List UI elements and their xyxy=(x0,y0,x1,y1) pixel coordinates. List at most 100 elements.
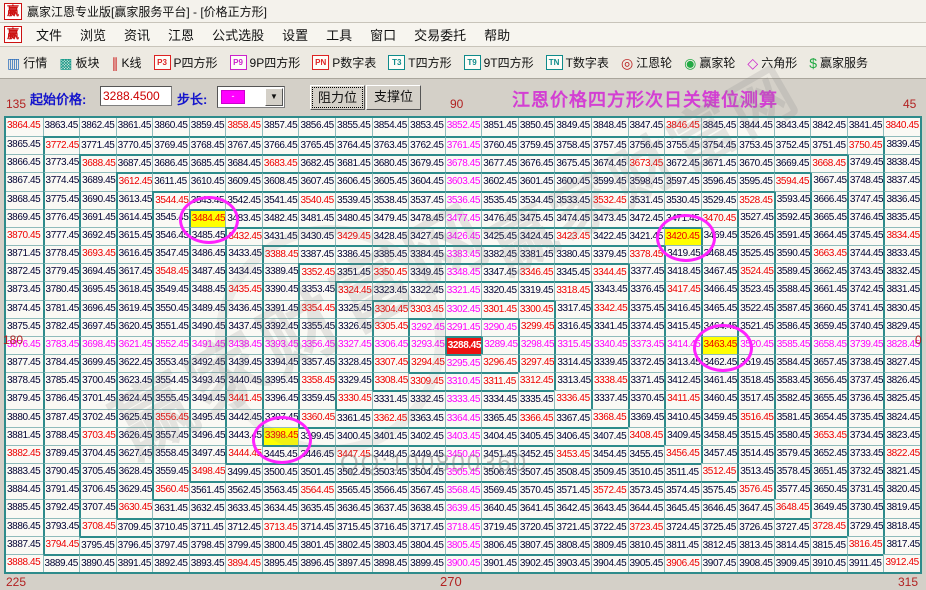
price-cell[interactable]: 3524.45 xyxy=(737,263,774,281)
price-cell[interactable]: 3405.45 xyxy=(518,427,555,445)
price-cell[interactable]: 3381.45 xyxy=(518,245,555,263)
price-cell[interactable]: 3760.45 xyxy=(481,136,518,154)
price-cell[interactable]: 3491.45 xyxy=(189,336,226,354)
price-cell[interactable]: 3525.45 xyxy=(737,245,774,263)
price-cell[interactable]: 3412.45 xyxy=(664,372,701,390)
price-cell[interactable]: 3310.45 xyxy=(445,372,482,390)
price-cell[interactable]: 3441.45 xyxy=(225,390,262,408)
price-cell[interactable]: 3644.45 xyxy=(628,499,665,517)
price-cell[interactable]: 3571.45 xyxy=(554,481,591,499)
price-cell[interactable]: 3670.45 xyxy=(737,154,774,172)
price-cell[interactable]: 3598.45 xyxy=(628,172,665,190)
price-cell[interactable]: 3616.45 xyxy=(116,245,153,263)
price-cell[interactable]: 3319.45 xyxy=(518,281,555,299)
price-cell[interactable]: 3688.45 xyxy=(79,154,116,172)
price-cell[interactable]: 3362.45 xyxy=(372,409,409,427)
price-cell[interactable]: 3903.45 xyxy=(554,554,591,572)
price-cell[interactable]: 3577.45 xyxy=(774,481,811,499)
price-cell[interactable]: 3791.45 xyxy=(43,481,80,499)
price-cell[interactable]: 3734.45 xyxy=(847,427,884,445)
price-cell[interactable]: 3505.45 xyxy=(445,463,482,481)
price-cell[interactable]: 3301.45 xyxy=(481,300,518,318)
price-cell[interactable]: 3720.45 xyxy=(518,518,555,536)
price-cell[interactable]: 3909.45 xyxy=(774,554,811,572)
price-cell[interactable]: 3457.45 xyxy=(701,445,738,463)
price-cell[interactable]: 3665.45 xyxy=(810,209,847,227)
price-cell[interactable]: 3522.45 xyxy=(737,300,774,318)
price-cell[interactable]: 3817.45 xyxy=(883,536,920,554)
price-cell[interactable]: 3554.45 xyxy=(152,372,189,390)
price-cell[interactable]: 3466.45 xyxy=(701,281,738,299)
price-cell[interactable]: 3684.45 xyxy=(225,154,262,172)
price-cell[interactable]: 3474.45 xyxy=(554,209,591,227)
price-cell[interactable]: 3434.45 xyxy=(225,263,262,281)
price-cell[interactable]: 3723.45 xyxy=(628,518,665,536)
price-cell[interactable]: 3736.45 xyxy=(847,390,884,408)
price-cell[interactable]: 3537.45 xyxy=(408,191,445,209)
price-cell[interactable]: 3777.45 xyxy=(43,227,80,245)
price-cell[interactable]: 3461.45 xyxy=(701,372,738,390)
price-cell[interactable]: 3400.45 xyxy=(335,427,372,445)
price-cell[interactable]: 3677.45 xyxy=(481,154,518,172)
price-cell[interactable]: 3678.45 xyxy=(445,154,482,172)
price-cell[interactable]: 3850.45 xyxy=(518,118,555,136)
price-cell[interactable]: 3798.45 xyxy=(189,536,226,554)
price-cell[interactable]: 3465.45 xyxy=(701,300,738,318)
price-cell[interactable]: 3632.45 xyxy=(189,499,226,517)
price-cell[interactable]: 3851.45 xyxy=(481,118,518,136)
price-cell[interactable]: 3630.45 xyxy=(116,499,153,517)
price-cell[interactable]: 3667.45 xyxy=(810,172,847,190)
price-cell[interactable]: 3527.45 xyxy=(737,209,774,227)
price-cell[interactable]: 3621.45 xyxy=(116,336,153,354)
price-cell[interactable]: 3484.45 xyxy=(189,209,226,227)
price-cell[interactable]: 3702.45 xyxy=(79,409,116,427)
price-cell[interactable]: 3912.45 xyxy=(883,554,920,572)
price-cell[interactable]: 3765.45 xyxy=(298,136,335,154)
price-cell[interactable]: 3870.45 xyxy=(6,227,43,245)
price-cell[interactable]: 3329.45 xyxy=(335,372,372,390)
price-cell[interactable]: 3900.45 xyxy=(445,554,482,572)
price-cell[interactable]: 3719.45 xyxy=(481,518,518,536)
price-cell[interactable]: 3637.45 xyxy=(372,499,409,517)
price-cell[interactable]: 3334.45 xyxy=(481,390,518,408)
price-cell[interactable]: 3819.45 xyxy=(883,499,920,517)
price-cell[interactable]: 3483.45 xyxy=(225,209,262,227)
price-cell[interactable]: 3502.45 xyxy=(335,463,372,481)
toolbar-item[interactable]: $赢家服务 xyxy=(806,52,871,73)
price-cell[interactable]: 3793.45 xyxy=(43,518,80,536)
price-cell[interactable]: 3721.45 xyxy=(554,518,591,536)
price-cell[interactable]: 3671.45 xyxy=(701,154,738,172)
price-cell[interactable]: 3701.45 xyxy=(79,390,116,408)
price-cell[interactable]: 3330.45 xyxy=(335,390,372,408)
price-cell[interactable]: 3599.45 xyxy=(591,172,628,190)
price-cell[interactable]: 3435.45 xyxy=(225,281,262,299)
price-cell[interactable]: 3874.45 xyxy=(6,300,43,318)
price-cell[interactable]: 3588.45 xyxy=(774,281,811,299)
price-cell[interactable]: 3349.45 xyxy=(408,263,445,281)
price-cell[interactable]: 3872.45 xyxy=(6,263,43,281)
price-cell[interactable]: 3830.45 xyxy=(883,300,920,318)
price-cell[interactable]: 3663.45 xyxy=(810,245,847,263)
price-cell[interactable]: 3741.45 xyxy=(847,300,884,318)
price-cell[interactable]: 3488.45 xyxy=(189,281,226,299)
price-cell[interactable]: 3308.45 xyxy=(372,372,409,390)
price-cell[interactable]: 3832.45 xyxy=(883,263,920,281)
price-cell[interactable]: 3651.45 xyxy=(810,463,847,481)
price-cell[interactable]: 3543.45 xyxy=(189,191,226,209)
price-cell[interactable]: 3714.45 xyxy=(298,518,335,536)
price-cell[interactable]: 3336.45 xyxy=(554,390,591,408)
price-cell[interactable]: 3364.45 xyxy=(445,409,482,427)
price-cell[interactable]: 3855.45 xyxy=(335,118,372,136)
price-cell[interactable]: 3581.45 xyxy=(774,409,811,427)
price-cell[interactable]: 3496.45 xyxy=(189,427,226,445)
menu-item-3[interactable]: 江恩 xyxy=(159,23,203,46)
price-cell[interactable]: 3877.45 xyxy=(6,354,43,372)
price-cell[interactable]: 3631.45 xyxy=(152,499,189,517)
price-cell[interactable]: 3711.45 xyxy=(189,518,226,536)
price-cell[interactable]: 3437.45 xyxy=(225,318,262,336)
price-cell[interactable]: 3531.45 xyxy=(628,191,665,209)
price-cell[interactable]: 3429.45 xyxy=(335,227,372,245)
price-cell[interactable]: 3312.45 xyxy=(518,372,555,390)
price-cell[interactable]: 3587.45 xyxy=(774,300,811,318)
price-cell[interactable]: 3790.45 xyxy=(43,463,80,481)
